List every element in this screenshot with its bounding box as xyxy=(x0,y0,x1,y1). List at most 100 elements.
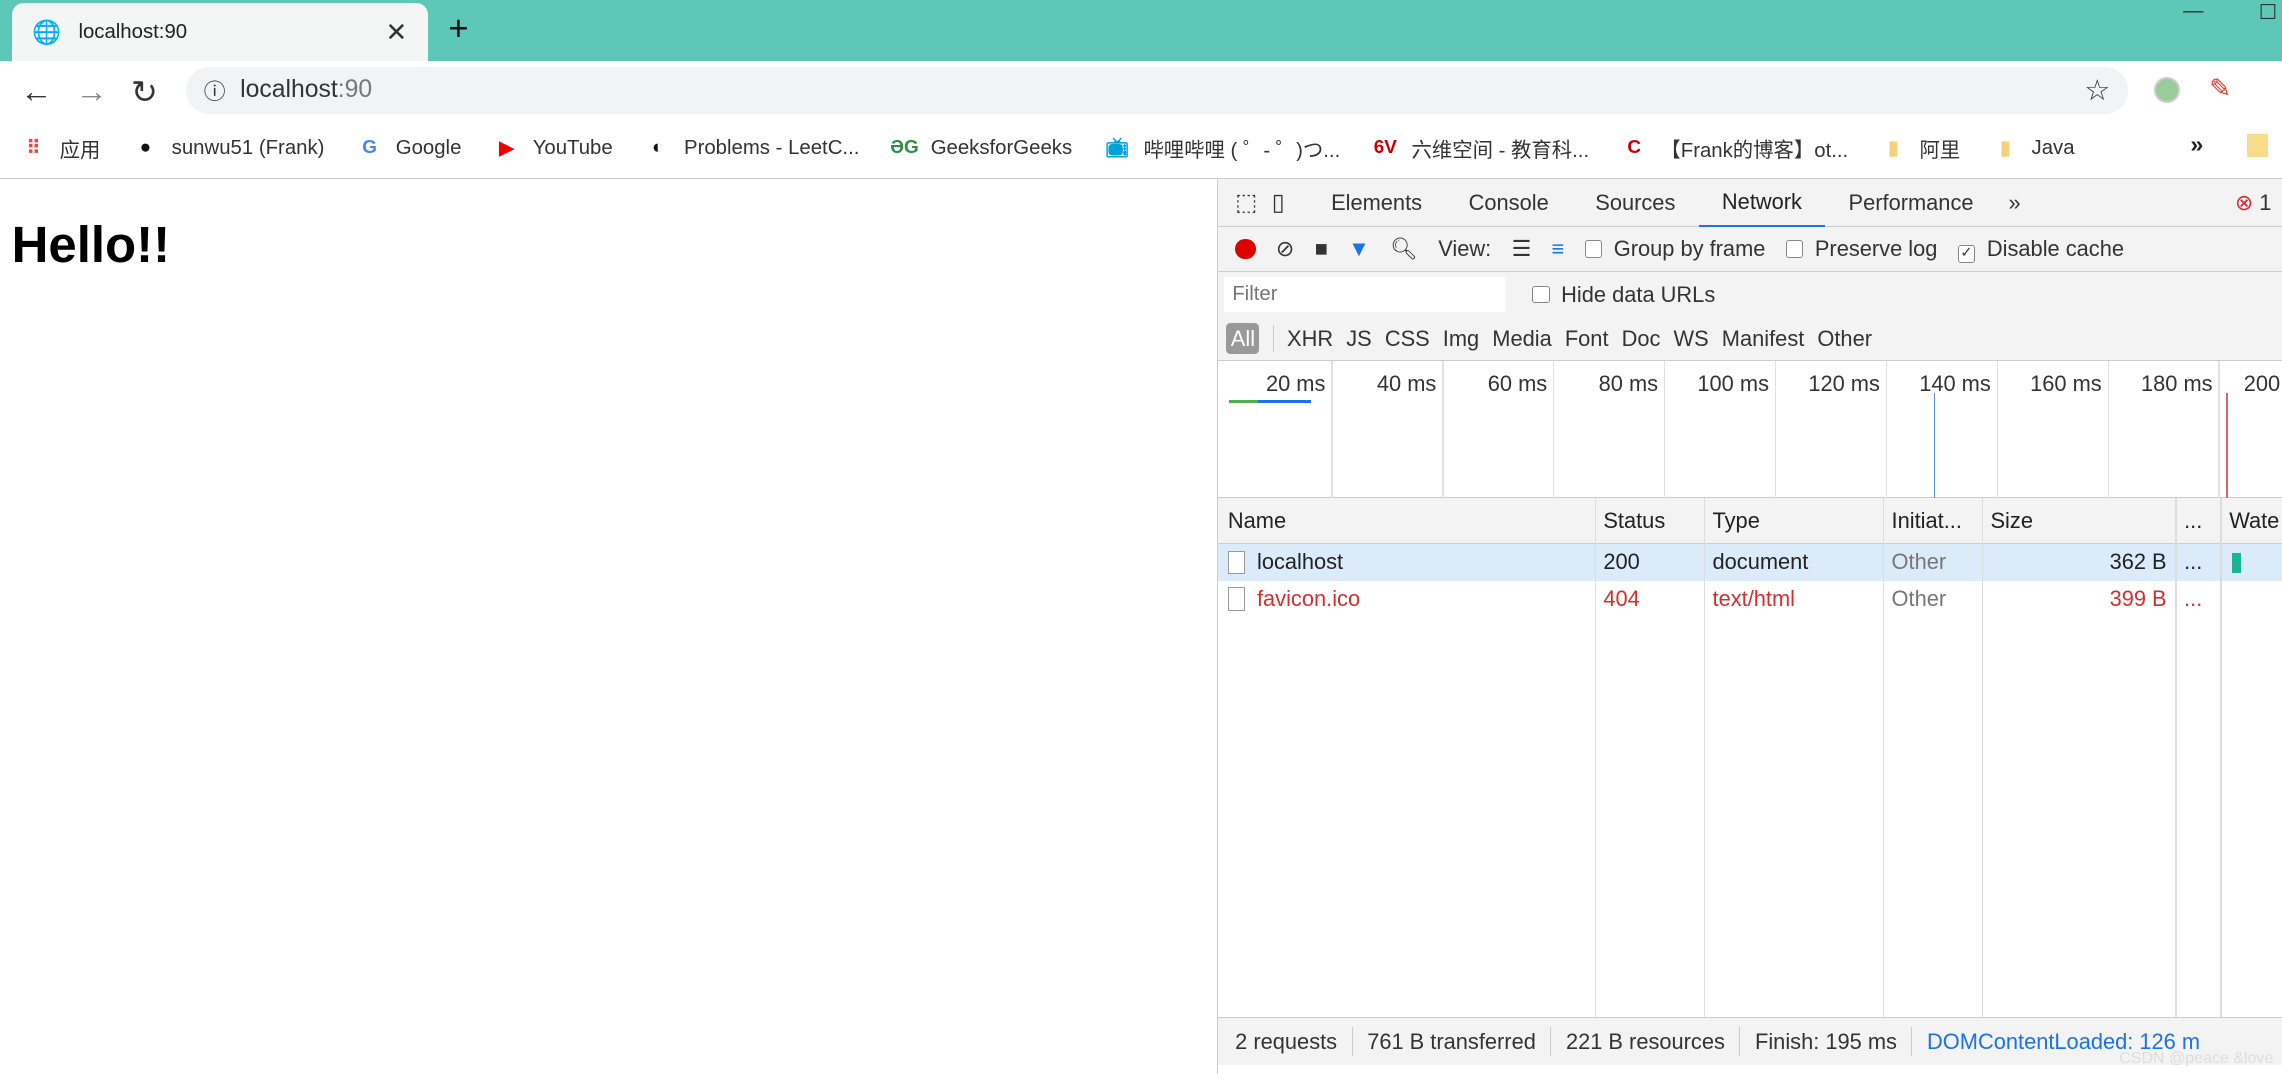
inspect-icon[interactable]: ⬚ xyxy=(1218,189,1272,216)
error-icon[interactable]: ⊗ xyxy=(2235,190,2253,215)
new-tab-button[interactable]: + xyxy=(448,9,468,49)
request-initiator[interactable]: Other xyxy=(1883,581,1982,617)
tab-network[interactable]: Network xyxy=(1698,179,1826,227)
folder-icon[interactable] xyxy=(2247,133,2268,158)
tab-elements[interactable]: Elements xyxy=(1308,179,1446,227)
page-heading: Hello!! xyxy=(11,216,171,274)
bookmark-label: GeeksforGeeks xyxy=(930,136,1073,159)
apps-grid-icon: ⠿ xyxy=(26,137,41,159)
address-bar[interactable]: ⓘ localhost:90 ☆ xyxy=(186,66,2128,114)
column-header[interactable]: Status xyxy=(1595,498,1704,544)
device-toggle-icon[interactable]: ▯ xyxy=(1272,189,1308,216)
hide-data-urls-checkbox[interactable]: Hide data URLs xyxy=(1532,282,1715,308)
bookmark-item[interactable]: ⠿ 应用 xyxy=(20,133,101,163)
timeline-tick-label: 200 xyxy=(2243,371,2281,397)
load-marker xyxy=(2226,392,2228,498)
error-count[interactable]: 1 xyxy=(2259,190,2271,215)
type-filter-img[interactable]: Img xyxy=(1443,326,1479,352)
minimize-button[interactable]: — xyxy=(2183,0,2203,23)
6v-icon: 6V xyxy=(1373,137,1397,159)
type-filter-css[interactable]: CSS xyxy=(1385,326,1430,352)
request-name[interactable]: localhost xyxy=(1257,549,1343,575)
network-toolbar: ⊘ ■ ▼ 🔍︎ View: ☰ ≡ Group by frame Preser… xyxy=(1217,227,2282,273)
bookmark-item[interactable]: ƏG GeeksforGeeks xyxy=(890,135,1073,161)
timeline-tick-label: 100 ms xyxy=(1697,371,1769,397)
bookmark-item[interactable]: C 【Frank的博客】ot... xyxy=(1621,133,1848,163)
timeline-tick-label: 120 ms xyxy=(1808,371,1880,397)
timeline-gridline xyxy=(1442,360,1444,498)
request-row[interactable]: favicon.ico 404 text/html Other 399 B ..… xyxy=(1218,581,2282,617)
bookmark-item[interactable]: ◐ Problems - LeetC... xyxy=(645,135,859,161)
maximize-button[interactable]: ☐ xyxy=(2259,0,2277,25)
reload-button[interactable]: ↻ xyxy=(131,73,158,111)
request-status: 404 xyxy=(1603,585,1640,611)
bookmark-label: 应用 xyxy=(59,140,101,163)
group-by-frame-checkbox[interactable]: Group by frame xyxy=(1584,236,1765,262)
request-more: ... xyxy=(2184,585,2203,611)
column-header[interactable]: Type xyxy=(1704,498,1883,544)
type-filter-ws[interactable]: WS xyxy=(1674,326,1709,352)
search-icon[interactable]: 🔍︎ xyxy=(1390,236,1418,262)
back-button[interactable]: ← xyxy=(20,73,52,110)
browser-tab[interactable]: 🌐 localhost:90 ✕ xyxy=(11,2,428,62)
table-header: Name Status Type Initiat... Size... Wate xyxy=(1217,497,2282,545)
request-type: text/html xyxy=(1712,585,1795,611)
star-icon[interactable]: ☆ xyxy=(2084,73,2110,108)
bookmark-item[interactable]: ▶ YouTube xyxy=(493,135,612,161)
bookmarks-bar: ⠿ 应用 ● sunwu51 (Frank) G Google ▶ YouTube ◐ Probl… xyxy=(0,122,2282,174)
column-divider xyxy=(2175,497,2177,1018)
tab-console[interactable]: Console xyxy=(1445,179,1572,227)
globe-icon: ◐ xyxy=(652,137,664,159)
bookmark-item[interactable]: 📺︎ 哔哩哔哩 ( ゜- ゜)つ... xyxy=(1104,133,1340,163)
screenshot-icon[interactable]: ■ xyxy=(1315,236,1328,262)
bookmark-label: 阿里 xyxy=(1919,140,1961,163)
type-filter-js[interactable]: JS xyxy=(1346,326,1371,352)
column-header[interactable]: Size xyxy=(1982,498,2176,544)
type-filter-xhr[interactable]: XHR xyxy=(1287,326,1333,352)
pen-extension-icon[interactable]: ✎ xyxy=(2209,73,2231,104)
folder-icon: ▮ xyxy=(1888,137,1899,159)
type-filter-doc[interactable]: Doc xyxy=(1622,326,1661,352)
request-name[interactable]: favicon.ico xyxy=(1257,586,1360,612)
tab-sources[interactable]: Sources xyxy=(1572,179,1699,227)
timeline-gridline xyxy=(1774,360,1777,498)
preserve-log-checkbox[interactable]: Preserve log xyxy=(1785,236,1937,262)
waterfall-view-icon[interactable]: ≡ xyxy=(1552,236,1565,262)
bookmark-item[interactable]: ▮ 阿里 xyxy=(1880,133,1960,163)
bookmark-item[interactable]: ● sunwu51 (Frank) xyxy=(132,135,325,161)
filter-input[interactable] xyxy=(1223,277,1506,313)
type-filter-other[interactable]: Other xyxy=(1817,326,1872,352)
forward-button[interactable]: → xyxy=(76,73,108,110)
type-filter-all[interactable]: All xyxy=(1226,322,1260,355)
column-header[interactable]: Wate xyxy=(2220,498,2282,544)
filter-icon[interactable]: ▼ xyxy=(1348,236,1370,262)
request-initiator[interactable]: Other xyxy=(1883,544,1982,580)
column-divider xyxy=(1882,497,1885,1018)
column-header[interactable]: Initiat... xyxy=(1883,498,1982,544)
info-icon[interactable]: ⓘ xyxy=(204,75,226,106)
column-divider xyxy=(1594,497,1597,1018)
more-tabs-button[interactable]: » xyxy=(1997,190,2032,216)
bookmark-item[interactable]: 6V 六维空间 - 教育科... xyxy=(1372,133,1589,163)
close-tab-icon[interactable]: ✕ xyxy=(386,17,408,48)
bookmark-label: YouTube xyxy=(532,136,613,159)
type-filter-manifest[interactable]: Manifest xyxy=(1722,326,1805,352)
bookmarks-overflow-button[interactable]: » xyxy=(2190,131,2203,158)
tab-performance[interactable]: Performance xyxy=(1825,179,1997,227)
type-filter-font[interactable]: Font xyxy=(1565,326,1609,352)
timeline-tick-label: 160 ms xyxy=(2030,371,2102,397)
clear-icon[interactable]: ⊘ xyxy=(1276,236,1294,262)
column-header[interactable]: Name xyxy=(1219,498,1594,544)
google-icon: G xyxy=(362,137,377,159)
bookmark-label: 【Frank的博客】ot... xyxy=(1660,140,1849,163)
bookmark-item[interactable]: ▮ Java xyxy=(1992,135,2074,161)
record-button[interactable] xyxy=(1235,238,1256,260)
disable-cache-checkbox[interactable]: ✓ Disable cache xyxy=(1957,236,2124,263)
bookmark-item[interactable]: G Google xyxy=(356,135,461,161)
watermark: CSDN @peace &love xyxy=(2119,1050,2274,1068)
type-filter-media[interactable]: Media xyxy=(1492,326,1551,352)
list-view-icon[interactable]: ☰ xyxy=(1512,236,1532,262)
column-divider xyxy=(2220,497,2222,1018)
column-header[interactable]: ... xyxy=(2175,498,2220,544)
request-row[interactable]: localhost 200 document Other 362 B ... xyxy=(1217,544,2282,581)
